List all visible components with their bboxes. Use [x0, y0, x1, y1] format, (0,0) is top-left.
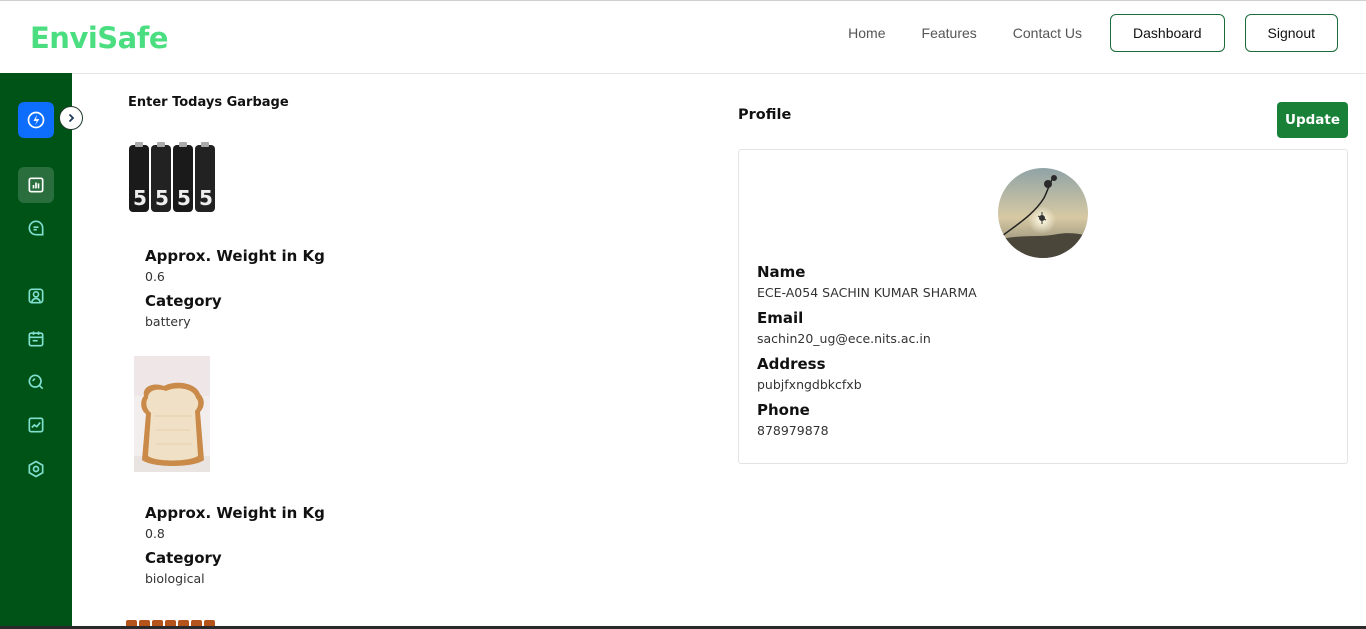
sidebar-item-chat[interactable] [18, 210, 54, 246]
search-icon [28, 374, 44, 390]
avatar[interactable] [998, 168, 1088, 258]
name-value: ECE-A054 SACHIN KUMAR SHARMA [757, 285, 977, 300]
brand-logo[interactable]: EnviSafe [30, 21, 169, 55]
lightning-icon [27, 111, 45, 129]
chevron-right-icon [68, 113, 75, 123]
dashboard-button[interactable]: Dashboard [1110, 14, 1225, 52]
nav-link-home[interactable]: Home [848, 25, 885, 41]
address-label: Address [757, 355, 826, 373]
line-chart-icon [28, 417, 44, 433]
top-navbar: EnviSafe Home Features Contact Us Dashbo… [0, 0, 1366, 74]
phone-label: Phone [757, 401, 810, 419]
svg-text:5: 5 [133, 186, 147, 210]
garbage-item-biological: Approx. Weight in Kg 0.8 Category biolog… [128, 356, 528, 592]
profile-fields: Name ECE-A054 SACHIN KUMAR SHARMA Email … [757, 261, 1317, 445]
category-value: biological [145, 571, 205, 586]
sidebar-toggle[interactable] [59, 106, 83, 130]
user-profile-icon [28, 288, 44, 304]
sidebar-item-settings[interactable] [18, 451, 54, 487]
garbage-item-battery: 5 5 5 5 Approx. Weight in Kg 0.6 Categor… [128, 141, 528, 335]
email-value: sachin20_ug@ece.nits.ac.in [757, 331, 931, 346]
weight-label: Approx. Weight in Kg [145, 504, 325, 522]
profile-title: Profile [738, 107, 792, 123]
settings-hex-icon [28, 460, 44, 478]
nav-link-features[interactable]: Features [922, 25, 977, 41]
email-label: Email [757, 309, 804, 327]
bar-chart-icon [28, 177, 44, 193]
sidebar [0, 73, 83, 629]
weight-value: 0.6 [145, 269, 165, 284]
svg-text:5: 5 [199, 186, 213, 210]
nav-menu: Home Features Contact Us Dashboard Signo… [848, 14, 1338, 52]
calendar-icon [28, 331, 44, 347]
category-label: Category [145, 549, 222, 567]
sidebar-item-calendar[interactable] [18, 321, 54, 357]
weight-label: Approx. Weight in Kg [145, 247, 325, 265]
weight-value: 0.8 [145, 526, 165, 541]
category-value: battery [145, 314, 191, 329]
sidebar-item-profile[interactable] [18, 278, 54, 314]
svg-text:5: 5 [177, 186, 191, 210]
update-profile-button[interactable]: Update [1277, 102, 1348, 138]
batteries-image: 5 5 5 5 [128, 141, 218, 216]
garbage-section-title: Enter Todays Garbage [128, 95, 289, 110]
sidebar-home-button[interactable] [18, 102, 54, 138]
sidebar-item-bar-chart[interactable] [18, 167, 54, 203]
bread-image [134, 356, 224, 473]
phone-value: 878979878 [757, 423, 829, 438]
chat-icon [28, 220, 44, 236]
sidebar-item-line-chart[interactable] [18, 407, 54, 443]
name-label: Name [757, 263, 806, 281]
svg-text:5: 5 [155, 186, 169, 210]
profile-card: Name ECE-A054 SACHIN KUMAR SHARMA Email … [738, 149, 1348, 464]
signout-button[interactable]: Signout [1244, 14, 1338, 52]
nav-link-contact-us[interactable]: Contact Us [1013, 25, 1082, 41]
address-value: pubjfxngdbkcfxb [757, 377, 862, 392]
sidebar-item-search[interactable] [18, 364, 54, 400]
category-label: Category [145, 292, 222, 310]
